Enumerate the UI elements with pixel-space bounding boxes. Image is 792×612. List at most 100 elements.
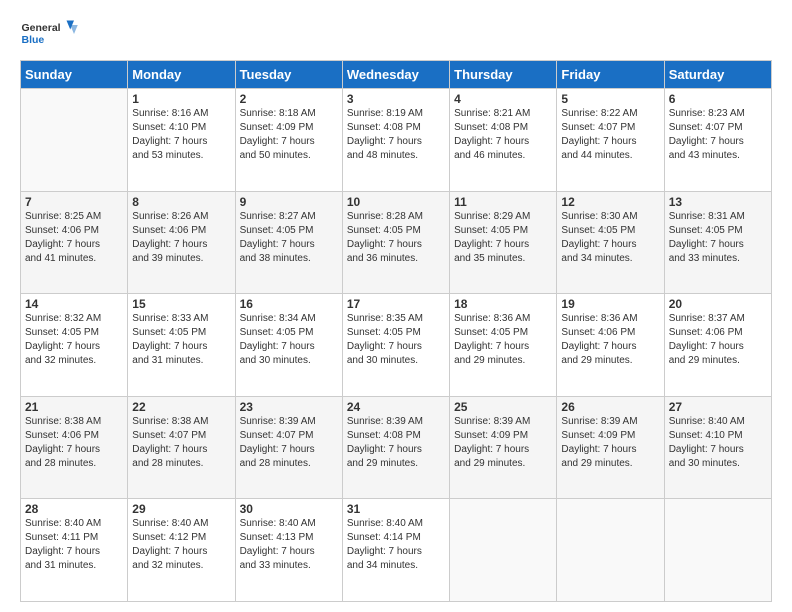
day-detail: Sunrise: 8:23 AM Sunset: 4:07 PM Dayligh… (669, 107, 767, 163)
day-number: 26 (561, 400, 659, 414)
day-detail: Sunrise: 8:34 AM Sunset: 4:05 PM Dayligh… (240, 312, 338, 368)
weekday-header-wednesday: Wednesday (342, 61, 449, 89)
calendar-cell (557, 499, 664, 602)
day-number: 23 (240, 400, 338, 414)
day-detail: Sunrise: 8:38 AM Sunset: 4:06 PM Dayligh… (25, 415, 123, 471)
day-detail: Sunrise: 8:36 AM Sunset: 4:05 PM Dayligh… (454, 312, 552, 368)
calendar-cell: 1Sunrise: 8:16 AM Sunset: 4:10 PM Daylig… (128, 89, 235, 192)
day-number: 11 (454, 195, 552, 209)
calendar-week-5: 28Sunrise: 8:40 AM Sunset: 4:11 PM Dayli… (21, 499, 772, 602)
calendar-cell: 15Sunrise: 8:33 AM Sunset: 4:05 PM Dayli… (128, 294, 235, 397)
calendar-cell: 21Sunrise: 8:38 AM Sunset: 4:06 PM Dayli… (21, 396, 128, 499)
calendar-cell: 3Sunrise: 8:19 AM Sunset: 4:08 PM Daylig… (342, 89, 449, 192)
day-number: 29 (132, 502, 230, 516)
calendar-week-1: 1Sunrise: 8:16 AM Sunset: 4:10 PM Daylig… (21, 89, 772, 192)
calendar-cell: 14Sunrise: 8:32 AM Sunset: 4:05 PM Dayli… (21, 294, 128, 397)
day-number: 13 (669, 195, 767, 209)
day-number: 25 (454, 400, 552, 414)
day-detail: Sunrise: 8:22 AM Sunset: 4:07 PM Dayligh… (561, 107, 659, 163)
logo-icon: GeneralBlue (20, 16, 80, 52)
day-detail: Sunrise: 8:38 AM Sunset: 4:07 PM Dayligh… (132, 415, 230, 471)
weekday-header-thursday: Thursday (450, 61, 557, 89)
calendar-cell: 25Sunrise: 8:39 AM Sunset: 4:09 PM Dayli… (450, 396, 557, 499)
calendar-cell: 8Sunrise: 8:26 AM Sunset: 4:06 PM Daylig… (128, 191, 235, 294)
day-number: 10 (347, 195, 445, 209)
day-number: 30 (240, 502, 338, 516)
calendar-table: SundayMondayTuesdayWednesdayThursdayFrid… (20, 60, 772, 602)
calendar-cell: 11Sunrise: 8:29 AM Sunset: 4:05 PM Dayli… (450, 191, 557, 294)
weekday-header-sunday: Sunday (21, 61, 128, 89)
day-detail: Sunrise: 8:32 AM Sunset: 4:05 PM Dayligh… (25, 312, 123, 368)
day-number: 18 (454, 297, 552, 311)
day-detail: Sunrise: 8:36 AM Sunset: 4:06 PM Dayligh… (561, 312, 659, 368)
day-detail: Sunrise: 8:37 AM Sunset: 4:06 PM Dayligh… (669, 312, 767, 368)
calendar-cell: 10Sunrise: 8:28 AM Sunset: 4:05 PM Dayli… (342, 191, 449, 294)
calendar-cell: 22Sunrise: 8:38 AM Sunset: 4:07 PM Dayli… (128, 396, 235, 499)
day-number: 1 (132, 92, 230, 106)
page: GeneralBlue SundayMondayTuesdayWednesday… (0, 0, 792, 612)
day-number: 31 (347, 502, 445, 516)
calendar-cell: 13Sunrise: 8:31 AM Sunset: 4:05 PM Dayli… (664, 191, 771, 294)
svg-text:General: General (22, 22, 61, 34)
weekday-header-tuesday: Tuesday (235, 61, 342, 89)
calendar-cell: 24Sunrise: 8:39 AM Sunset: 4:08 PM Dayli… (342, 396, 449, 499)
day-detail: Sunrise: 8:26 AM Sunset: 4:06 PM Dayligh… (132, 210, 230, 266)
day-detail: Sunrise: 8:40 AM Sunset: 4:13 PM Dayligh… (240, 517, 338, 573)
header: GeneralBlue (20, 16, 772, 52)
day-number: 19 (561, 297, 659, 311)
calendar-cell: 4Sunrise: 8:21 AM Sunset: 4:08 PM Daylig… (450, 89, 557, 192)
day-number: 28 (25, 502, 123, 516)
day-detail: Sunrise: 8:39 AM Sunset: 4:09 PM Dayligh… (454, 415, 552, 471)
day-detail: Sunrise: 8:29 AM Sunset: 4:05 PM Dayligh… (454, 210, 552, 266)
day-number: 20 (669, 297, 767, 311)
day-number: 27 (669, 400, 767, 414)
day-number: 9 (240, 195, 338, 209)
calendar-cell (21, 89, 128, 192)
logo: GeneralBlue (20, 16, 80, 52)
calendar-cell: 26Sunrise: 8:39 AM Sunset: 4:09 PM Dayli… (557, 396, 664, 499)
day-number: 12 (561, 195, 659, 209)
weekday-header-monday: Monday (128, 61, 235, 89)
day-number: 17 (347, 297, 445, 311)
day-number: 14 (25, 297, 123, 311)
calendar-week-4: 21Sunrise: 8:38 AM Sunset: 4:06 PM Dayli… (21, 396, 772, 499)
day-number: 15 (132, 297, 230, 311)
day-detail: Sunrise: 8:16 AM Sunset: 4:10 PM Dayligh… (132, 107, 230, 163)
calendar-cell: 23Sunrise: 8:39 AM Sunset: 4:07 PM Dayli… (235, 396, 342, 499)
weekday-header-row: SundayMondayTuesdayWednesdayThursdayFrid… (21, 61, 772, 89)
day-detail: Sunrise: 8:40 AM Sunset: 4:11 PM Dayligh… (25, 517, 123, 573)
day-number: 22 (132, 400, 230, 414)
day-detail: Sunrise: 8:39 AM Sunset: 4:07 PM Dayligh… (240, 415, 338, 471)
calendar-cell: 29Sunrise: 8:40 AM Sunset: 4:12 PM Dayli… (128, 499, 235, 602)
calendar-cell (450, 499, 557, 602)
day-detail: Sunrise: 8:30 AM Sunset: 4:05 PM Dayligh… (561, 210, 659, 266)
calendar-cell (664, 499, 771, 602)
day-number: 16 (240, 297, 338, 311)
day-number: 2 (240, 92, 338, 106)
calendar-cell: 5Sunrise: 8:22 AM Sunset: 4:07 PM Daylig… (557, 89, 664, 192)
calendar-cell: 9Sunrise: 8:27 AM Sunset: 4:05 PM Daylig… (235, 191, 342, 294)
day-number: 21 (25, 400, 123, 414)
calendar-cell: 19Sunrise: 8:36 AM Sunset: 4:06 PM Dayli… (557, 294, 664, 397)
day-number: 6 (669, 92, 767, 106)
calendar-cell: 2Sunrise: 8:18 AM Sunset: 4:09 PM Daylig… (235, 89, 342, 192)
day-detail: Sunrise: 8:25 AM Sunset: 4:06 PM Dayligh… (25, 210, 123, 266)
day-number: 4 (454, 92, 552, 106)
day-detail: Sunrise: 8:40 AM Sunset: 4:10 PM Dayligh… (669, 415, 767, 471)
calendar-cell: 20Sunrise: 8:37 AM Sunset: 4:06 PM Dayli… (664, 294, 771, 397)
calendar-cell: 28Sunrise: 8:40 AM Sunset: 4:11 PM Dayli… (21, 499, 128, 602)
weekday-header-saturday: Saturday (664, 61, 771, 89)
calendar-cell: 7Sunrise: 8:25 AM Sunset: 4:06 PM Daylig… (21, 191, 128, 294)
day-detail: Sunrise: 8:27 AM Sunset: 4:05 PM Dayligh… (240, 210, 338, 266)
day-detail: Sunrise: 8:19 AM Sunset: 4:08 PM Dayligh… (347, 107, 445, 163)
calendar-cell: 12Sunrise: 8:30 AM Sunset: 4:05 PM Dayli… (557, 191, 664, 294)
calendar-cell: 27Sunrise: 8:40 AM Sunset: 4:10 PM Dayli… (664, 396, 771, 499)
svg-text:Blue: Blue (22, 34, 45, 46)
calendar-cell: 18Sunrise: 8:36 AM Sunset: 4:05 PM Dayli… (450, 294, 557, 397)
day-detail: Sunrise: 8:33 AM Sunset: 4:05 PM Dayligh… (132, 312, 230, 368)
day-detail: Sunrise: 8:21 AM Sunset: 4:08 PM Dayligh… (454, 107, 552, 163)
calendar-cell: 17Sunrise: 8:35 AM Sunset: 4:05 PM Dayli… (342, 294, 449, 397)
day-detail: Sunrise: 8:31 AM Sunset: 4:05 PM Dayligh… (669, 210, 767, 266)
day-detail: Sunrise: 8:40 AM Sunset: 4:12 PM Dayligh… (132, 517, 230, 573)
calendar-week-3: 14Sunrise: 8:32 AM Sunset: 4:05 PM Dayli… (21, 294, 772, 397)
